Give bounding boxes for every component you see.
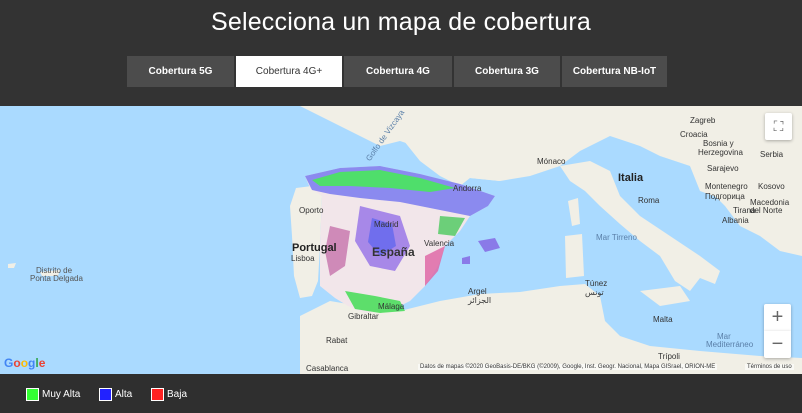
label-tunez-ar: تونس (585, 288, 604, 297)
legend-item-muy-alta: Muy Alta (26, 388, 80, 401)
map-canvas (0, 106, 802, 374)
legend-swatch-muy-alta (26, 388, 39, 401)
coverage-legend: Muy Alta Alta Baja (0, 374, 802, 413)
label-croacia: Croacia (680, 130, 708, 139)
label-andorra: Andorra (453, 184, 482, 193)
fullscreen-icon: ⛶ (773, 118, 784, 134)
label-lisboa: Lisboa (291, 254, 315, 263)
label-espana: España (372, 245, 415, 259)
label-albania: Albania (722, 216, 749, 225)
plus-icon: + (771, 306, 784, 328)
label-malta: Malta (653, 315, 673, 324)
zoom-in-button[interactable]: + (764, 304, 791, 331)
label-kosovo: Kosovo (758, 182, 785, 191)
header: Selecciona un mapa de cobertura Cobertur… (0, 0, 802, 106)
label-roma: Roma (638, 196, 660, 205)
label-italia: Italia (618, 172, 644, 184)
label-madrid: Madrid (374, 220, 399, 229)
fullscreen-button[interactable]: ⛶ (765, 113, 792, 140)
label-herzegovina: Herzegovina (698, 148, 743, 157)
legend-label: Alta (115, 389, 133, 400)
tab-nb-iot[interactable]: Cobertura NB-IoT (562, 56, 667, 87)
label-portugal: Portugal (292, 242, 337, 254)
coverage-tabs: Cobertura 5G Cobertura 4G+ Cobertura 4G … (127, 56, 669, 87)
legend-swatch-baja (151, 388, 164, 401)
tab-4g-plus[interactable]: Cobertura 4G+ (236, 56, 342, 87)
label-tunez: Túnez (585, 279, 608, 288)
label-argel: Argel (468, 287, 487, 296)
tab-4g[interactable]: Cobertura 4G (344, 56, 452, 87)
page-title: Selecciona un mapa de cobertura (210, 8, 592, 36)
label-serbia: Serbia (760, 150, 784, 159)
label-azores-2: Ponta Delgada (30, 274, 83, 283)
label-montenegro: Montenegro (705, 182, 748, 191)
label-monaco: Mónaco (537, 157, 566, 166)
label-podgorica: Подгорица (705, 192, 745, 201)
minus-icon: − (771, 333, 784, 355)
legend-swatch-alta (99, 388, 112, 401)
label-tripoli: Trípoli (658, 352, 680, 361)
label-gibraltar: Gibraltar (348, 312, 379, 321)
label-valencia: Valencia (424, 239, 455, 248)
label-mar-tirreno: Mar Tirreno (596, 233, 637, 242)
zoom-out-button[interactable]: − (764, 331, 791, 358)
label-sarajevo: Sarajevo (707, 164, 739, 173)
label-oporto: Oporto (299, 206, 324, 215)
tab-5g[interactable]: Cobertura 5G (127, 56, 234, 87)
label-argel-ar: الجزائر (468, 296, 492, 305)
label-rabat: Rabat (326, 336, 348, 345)
label-mar-med-2: Mediterráneo (706, 340, 754, 349)
label-malaga: Málaga (378, 302, 405, 311)
coverage-map[interactable]: España Portugal Italia Madrid Lisboa Opo… (0, 106, 802, 374)
legend-item-alta: Alta (99, 388, 132, 401)
label-casablanca: Casablanca (306, 364, 349, 373)
map-attribution: Datos de mapas ©2020 GeoBasis-DE/BKG (©2… (418, 364, 718, 370)
label-zagreb: Zagreb (690, 116, 716, 125)
label-bosnia: Bosnia y (703, 139, 734, 148)
tab-3g[interactable]: Cobertura 3G (454, 56, 560, 87)
legend-label: Muy Alta (42, 389, 81, 400)
legend-item-baja: Baja (151, 388, 187, 401)
google-logo[interactable]: Google (4, 356, 45, 370)
label-tirana: Tirana (733, 206, 756, 215)
legend-label: Baja (167, 389, 188, 400)
terms-link[interactable]: Términos de uso (745, 364, 794, 370)
